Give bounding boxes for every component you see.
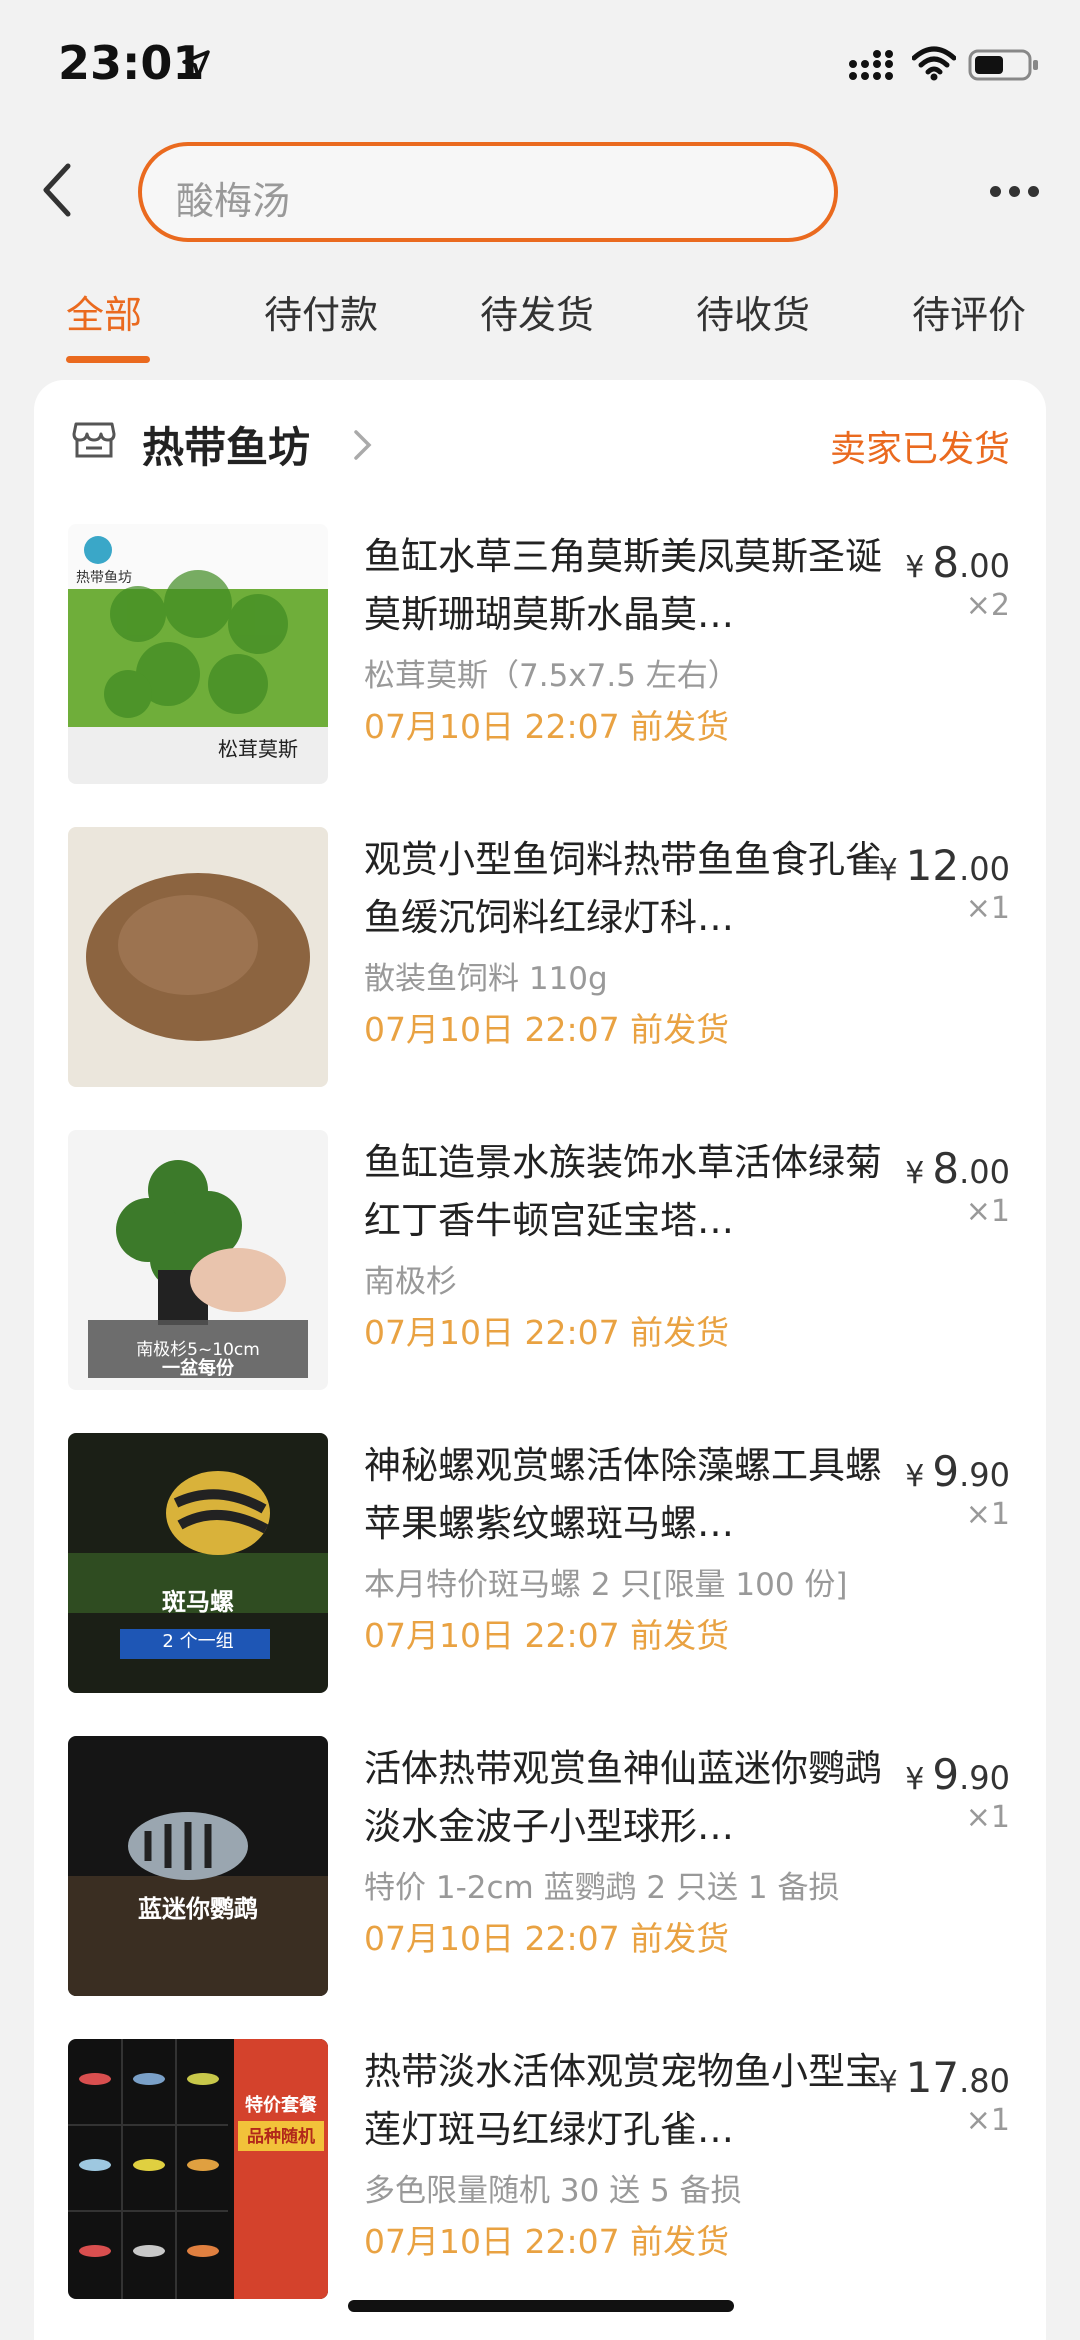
dot-icon: [1009, 186, 1020, 197]
item-ship-time: 07月10日 22:07 前发货: [364, 2222, 730, 2261]
item-price: ¥9.90: [905, 1447, 1010, 1496]
item-variant: 散装鱼饲料 110g: [364, 961, 608, 997]
thumb-text: 2 个一组: [162, 1631, 234, 1652]
wifi-icon: [912, 46, 956, 81]
item-variant: 南极杉: [364, 1264, 457, 1300]
store-icon: [72, 422, 116, 458]
item-price: ¥17.80: [878, 2053, 1010, 2102]
fish-grid-image: [68, 2039, 328, 2299]
item-title: 活体热带观赏鱼神仙蓝迷你鹦鹉淡水金波子小型球形…: [364, 1747, 882, 1848]
order-item[interactable]: 观赏小型鱼饲料热带鱼鱼食孔雀鱼缓沉饲料红绿灯科… 散装鱼饲料 110g 07月1…: [34, 827, 1046, 1087]
thumb-text: 一盆每份: [162, 1358, 234, 1379]
chevron-left-icon: [43, 163, 71, 217]
snail-image: [68, 1471, 328, 1659]
item-ship-time: 07月10日 22:07 前发货: [364, 1010, 730, 1049]
order-status: 卖家已发货: [829, 429, 1010, 470]
order-item[interactable]: 松茸莫斯 热带鱼坊 鱼缸水草三角莫斯美凤莫斯圣诞莫斯珊瑚莫斯水晶莫… 松茸莫斯（…: [34, 524, 1046, 784]
thumb-brand: 热带鱼坊: [76, 569, 132, 586]
item-price: ¥8.00: [905, 1144, 1010, 1193]
thumb-text: 特价套餐: [245, 2095, 317, 2116]
more-options-button[interactable]: [990, 182, 1050, 202]
item-ship-time: 07月10日 22:07 前发货: [364, 1616, 730, 1655]
item-quantity: ×1: [965, 1194, 1010, 1229]
dot-icon: [1028, 186, 1039, 197]
item-ship-time: 07月10日 22:07 前发货: [364, 707, 730, 746]
tab-pending-review[interactable]: 待评价: [912, 284, 1026, 339]
home-indicator[interactable]: [348, 2300, 734, 2312]
order-item[interactable]: 蓝迷你鹦鹉 活体热带观赏鱼神仙蓝迷你鹦鹉淡水金波子小型球形… 特价 1-2cm …: [34, 1736, 1046, 1996]
product-thumbnail: [68, 827, 328, 1087]
item-ship-time: 07月10日 22:07 前发货: [364, 1313, 730, 1352]
moss-image: 松茸莫斯 热带鱼坊: [76, 536, 298, 761]
order-item[interactable]: 南极杉5~10cm 一盆每份 鱼缸造景水族装饰水草活体绿菊红丁香牛顿宫延宝塔… …: [34, 1130, 1046, 1390]
item-quantity: ×1: [965, 1497, 1010, 1532]
thumb-text: 斑马螺: [162, 1588, 234, 1616]
shop-header[interactable]: 热带鱼坊 卖家已发货: [34, 380, 1046, 500]
item-title: 鱼缸水草三角莫斯美凤莫斯圣诞莫斯珊瑚莫斯水晶莫…: [364, 535, 882, 636]
item-price: ¥8.00: [905, 538, 1010, 587]
thumb-text: 品种随机: [247, 2127, 315, 2147]
tab-active-indicator: [66, 356, 150, 363]
search-query: 酸梅汤: [176, 179, 291, 223]
fish-food-image: [86, 873, 310, 1041]
cellular-signal-icon: [849, 50, 893, 80]
product-thumbnail: 南极杉5~10cm 一盆每份: [68, 1130, 328, 1390]
order-card: 热带鱼坊 卖家已发货 松茸莫斯 热带鱼坊 鱼缸水草三角莫斯美凤莫斯圣诞莫斯珊瑚莫…: [34, 380, 1046, 2340]
search-input[interactable]: 酸梅汤: [138, 142, 838, 242]
item-variant: 特价 1-2cm 蓝鹦鹉 2 只送 1 备损: [364, 1870, 840, 1906]
item-quantity: ×1: [965, 2103, 1010, 2138]
item-ship-time: 07月10日 22:07 前发货: [364, 1919, 730, 1958]
item-title: 神秘螺观赏螺活体除藻螺工具螺苹果螺紫纹螺斑马螺…: [364, 1444, 882, 1545]
product-thumbnail: 特价套餐 品种随机: [68, 2039, 328, 2299]
back-button[interactable]: [34, 160, 84, 220]
item-quantity: ×1: [965, 891, 1010, 926]
item-variant: 松茸莫斯（7.5x7.5 左右）: [364, 658, 739, 694]
location-arrow-icon: [182, 50, 210, 78]
item-variant: 本月特价斑马螺 2 只[限量 100 份]: [364, 1567, 848, 1603]
item-quantity: ×2: [965, 588, 1010, 623]
item-variant: 多色限量随机 30 送 5 备损: [364, 2173, 742, 2209]
dot-icon: [990, 186, 1001, 197]
product-thumbnail: 斑马螺 2 个一组: [68, 1433, 328, 1693]
product-thumbnail: 蓝迷你鹦鹉: [68, 1736, 328, 1996]
item-title: 鱼缸造景水族装饰水草活体绿菊红丁香牛顿宫延宝塔…: [364, 1141, 882, 1242]
item-price: ¥12.00: [878, 841, 1010, 890]
shop-name: 热带鱼坊: [142, 423, 311, 472]
order-item[interactable]: 特价套餐 品种随机 热带淡水活体观赏宠物鱼小型宝莲灯斑马红绿灯孔雀… 多色限量随…: [34, 2039, 1046, 2299]
item-quantity: ×1: [965, 1800, 1010, 1835]
product-thumbnail: 松茸莫斯 热带鱼坊: [68, 524, 328, 784]
thumb-text: 蓝迷你鹦鹉: [138, 1895, 258, 1923]
thumb-text: 松茸莫斯: [218, 737, 298, 761]
tab-pending-receipt[interactable]: 待收货: [696, 284, 810, 339]
tab-all[interactable]: 全部: [66, 284, 142, 339]
order-tabs: 全部 待付款 待发货 待收货 待评价: [0, 270, 1080, 370]
battery-icon: [968, 49, 1038, 81]
cichlid-image: [68, 1812, 328, 1996]
tab-pending-payment[interactable]: 待付款: [264, 284, 378, 339]
item-title: 热带淡水活体观赏宠物鱼小型宝莲灯斑马红绿灯孔雀…: [364, 2050, 882, 2151]
nav-bar: 酸梅汤: [0, 130, 1080, 250]
order-item[interactable]: 斑马螺 2 个一组 神秘螺观赏螺活体除藻螺工具螺苹果螺紫纹螺斑马螺… 本月特价斑…: [34, 1433, 1046, 1693]
tab-pending-shipment[interactable]: 待发货: [480, 284, 594, 339]
item-title: 观赏小型鱼饲料热带鱼鱼食孔雀鱼缓沉饲料红绿灯科…: [364, 838, 882, 939]
chevron-right-icon: [354, 430, 372, 460]
status-bar: 23:01: [0, 0, 1080, 130]
item-price: ¥9.90: [905, 1750, 1010, 1799]
